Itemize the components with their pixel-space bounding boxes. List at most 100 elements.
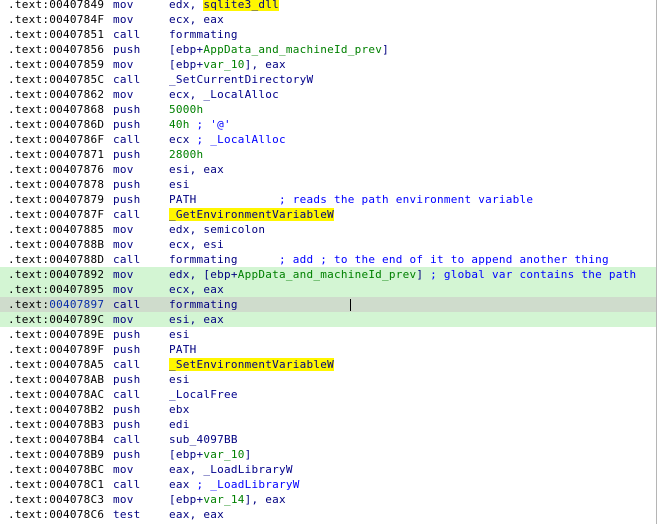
listing-line[interactable]: .text:0040789F push PATH xyxy=(0,342,656,357)
instruction-mnemonic[interactable]: mov xyxy=(113,237,134,252)
instruction-mnemonic[interactable]: call xyxy=(113,27,141,42)
instruction-mnemonic[interactable]: push xyxy=(113,402,141,417)
instruction-operands[interactable]: eax, _LoadLibraryW xyxy=(169,462,293,477)
instruction-mnemonic[interactable]: mov xyxy=(113,57,134,72)
listing-line[interactable]: .text:00407859 mov [ebp+var_10], eax xyxy=(0,57,656,72)
instruction-mnemonic[interactable]: test xyxy=(113,507,141,522)
highlighted-name[interactable]: _SetEnvironmentVariableW xyxy=(169,358,334,371)
instruction-operands[interactable]: [ebp+AppData_and_machineId_prev] xyxy=(169,42,389,57)
listing-line[interactable]: .text:00407885 mov edx, semicolon xyxy=(0,222,656,237)
instruction-mnemonic[interactable]: mov xyxy=(113,0,134,12)
listing-line[interactable]: .text:004078A5 call _SetEnvironmentVariabl… xyxy=(0,357,656,372)
listing-line[interactable]: .text:004078B4 call sub_4097BB xyxy=(0,432,656,447)
variable-name[interactable]: var_10 xyxy=(203,448,244,461)
instruction-mnemonic[interactable]: call xyxy=(113,207,141,222)
symbol-name[interactable]: semicolon xyxy=(203,223,265,236)
instruction-operands[interactable]: ecx, eax xyxy=(169,12,224,27)
instruction-operands[interactable]: ecx, _LocalAlloc xyxy=(169,87,279,102)
symbol-name[interactable]: formmating xyxy=(169,28,238,41)
listing-line[interactable]: .text:0040784F mov ecx, eax xyxy=(0,12,656,27)
instruction-operands[interactable]: _SetCurrentDirectoryW xyxy=(169,72,313,87)
listing-line[interactable]: .text:0040788B mov ecx, esi xyxy=(0,237,656,252)
variable-name[interactable]: var_14 xyxy=(203,493,244,506)
instruction-operands[interactable]: PATH ; reads the path environment variab… xyxy=(169,192,533,207)
instruction-operands[interactable]: esi, eax xyxy=(169,162,224,177)
symbol-name[interactable]: PATH xyxy=(169,193,197,206)
listing-line[interactable]: .text:004078B9 push [ebp+var_10] xyxy=(0,447,656,462)
instruction-operands[interactable]: PATH xyxy=(169,342,197,357)
symbol-name[interactable]: formmating xyxy=(169,253,238,266)
instruction-mnemonic[interactable]: call xyxy=(113,132,141,147)
instruction-operands[interactable]: _GetEnvironmentVariableW xyxy=(169,207,334,222)
instruction-operands[interactable]: formmating ; add ; to the end of it to a… xyxy=(169,252,609,267)
listing-line[interactable]: .text:004078C6 test eax, eax xyxy=(0,507,656,522)
instruction-mnemonic[interactable]: call xyxy=(113,432,141,447)
listing-line[interactable]: .text:004078AB push esi xyxy=(0,372,656,387)
instruction-operands[interactable]: edx, [ebp+AppData_and_machineId_prev] ; … xyxy=(169,267,636,282)
instruction-mnemonic[interactable]: mov xyxy=(113,12,134,27)
symbol-name[interactable]: _SetCurrentDirectoryW xyxy=(169,73,313,86)
variable-name[interactable]: AppData_and_machineId_prev xyxy=(203,43,382,56)
variable-name[interactable]: AppData_and_machineId_prev xyxy=(238,268,417,281)
instruction-mnemonic[interactable]: mov xyxy=(113,162,134,177)
listing-line[interactable]: .text:004078B2 push ebx xyxy=(0,402,656,417)
instruction-operands[interactable]: ecx, esi xyxy=(169,237,224,252)
instruction-mnemonic[interactable]: push xyxy=(113,147,141,162)
instruction-mnemonic[interactable]: mov xyxy=(113,282,134,297)
listing-line[interactable]: .text:00407878 push esi xyxy=(0,177,656,192)
instruction-operands[interactable]: ebx xyxy=(169,402,190,417)
instruction-mnemonic[interactable]: push xyxy=(113,372,141,387)
listing-line[interactable]: .text:004078C1 call eax ; _LoadLibraryW xyxy=(0,477,656,492)
instruction-mnemonic[interactable]: call xyxy=(113,72,141,87)
listing-line[interactable]: .text:0040788D call formmating ; add ; to … xyxy=(0,252,656,267)
instruction-mnemonic[interactable]: call xyxy=(113,297,141,312)
listing-line[interactable]: .text:00407862 mov ecx, _LocalAlloc xyxy=(0,87,656,102)
instruction-operands[interactable]: esi xyxy=(169,177,190,192)
listing-line[interactable]: .text:00407849 mov edx, sqlite3_dll xyxy=(0,0,656,12)
instruction-mnemonic[interactable]: mov xyxy=(113,312,134,327)
instruction-operands[interactable]: 2800h xyxy=(169,147,203,162)
instruction-mnemonic[interactable]: call xyxy=(113,252,141,267)
instruction-operands[interactable]: 5000h xyxy=(169,102,203,117)
instruction-operands[interactable]: ecx ; _LocalAlloc xyxy=(169,132,286,147)
instruction-operands[interactable]: esi xyxy=(169,327,190,342)
listing-line[interactable]: .text:00407895 mov ecx, eax xyxy=(0,282,656,297)
instruction-mnemonic[interactable]: push xyxy=(113,447,141,462)
listing-line[interactable]: .text:00407897 call formmating xyxy=(0,297,656,312)
disassembly-listing[interactable]: .text:00407849 mov edx, sqlite3_dll .text:0… xyxy=(0,0,657,524)
symbol-name[interactable]: _LocalFree xyxy=(169,388,238,401)
listing-line[interactable]: .text:00407879 push PATH ; reads the path … xyxy=(0,192,656,207)
listing-line[interactable]: .text:004078B3 push edi xyxy=(0,417,656,432)
instruction-operands[interactable]: formmating xyxy=(169,27,238,42)
instruction-mnemonic[interactable]: call xyxy=(113,357,141,372)
listing-line[interactable]: .text:00407856 push [ebp+AppData_and_machi… xyxy=(0,42,656,57)
instruction-operands[interactable]: esi xyxy=(169,372,190,387)
listing-line[interactable]: .text:00407876 mov esi, eax xyxy=(0,162,656,177)
instruction-operands[interactable]: sub_4097BB xyxy=(169,432,238,447)
listing-line[interactable]: .text:0040787F call _GetEnvironmentVariabl… xyxy=(0,207,656,222)
highlighted-name[interactable]: _GetEnvironmentVariableW xyxy=(169,208,334,221)
listing-line[interactable]: .text:00407871 push 2800h xyxy=(0,147,656,162)
highlighted-name[interactable]: sqlite3_dll xyxy=(203,0,279,11)
listing-line[interactable]: .text:0040785C call _SetCurrentDirectoryW xyxy=(0,72,656,87)
instruction-operands[interactable]: edx, semicolon xyxy=(169,222,265,237)
instruction-mnemonic[interactable]: mov xyxy=(113,222,134,237)
instruction-operands[interactable]: ecx, eax xyxy=(169,282,224,297)
instruction-operands[interactable]: edx, sqlite3_dll xyxy=(169,0,279,12)
instruction-operands[interactable]: _LocalFree xyxy=(169,387,238,402)
instruction-operands[interactable]: [ebp+var_10], eax xyxy=(169,57,286,72)
instruction-mnemonic[interactable]: push xyxy=(113,342,141,357)
symbol-name[interactable]: _LocalAlloc xyxy=(203,88,279,101)
symbol-name[interactable]: sub_4097BB xyxy=(169,433,238,446)
instruction-operands[interactable]: [ebp+var_14], eax xyxy=(169,492,286,507)
symbol-name[interactable]: formmating xyxy=(169,298,238,311)
listing-line[interactable]: .text:0040786F call ecx ; _LocalAlloc xyxy=(0,132,656,147)
listing-line[interactable]: .text:0040789C mov esi, eax xyxy=(0,312,656,327)
instruction-mnemonic[interactable]: call xyxy=(113,477,141,492)
instruction-mnemonic[interactable]: mov xyxy=(113,267,134,282)
instruction-mnemonic[interactable]: push xyxy=(113,177,141,192)
symbol-name[interactable]: _LoadLibraryW xyxy=(203,463,292,476)
listing-line[interactable]: .text:00407892 mov edx, [ebp+AppData_and_m… xyxy=(0,267,656,282)
listing-line[interactable]: .text:00407868 push 5000h xyxy=(0,102,656,117)
symbol-name[interactable]: PATH xyxy=(169,343,197,356)
